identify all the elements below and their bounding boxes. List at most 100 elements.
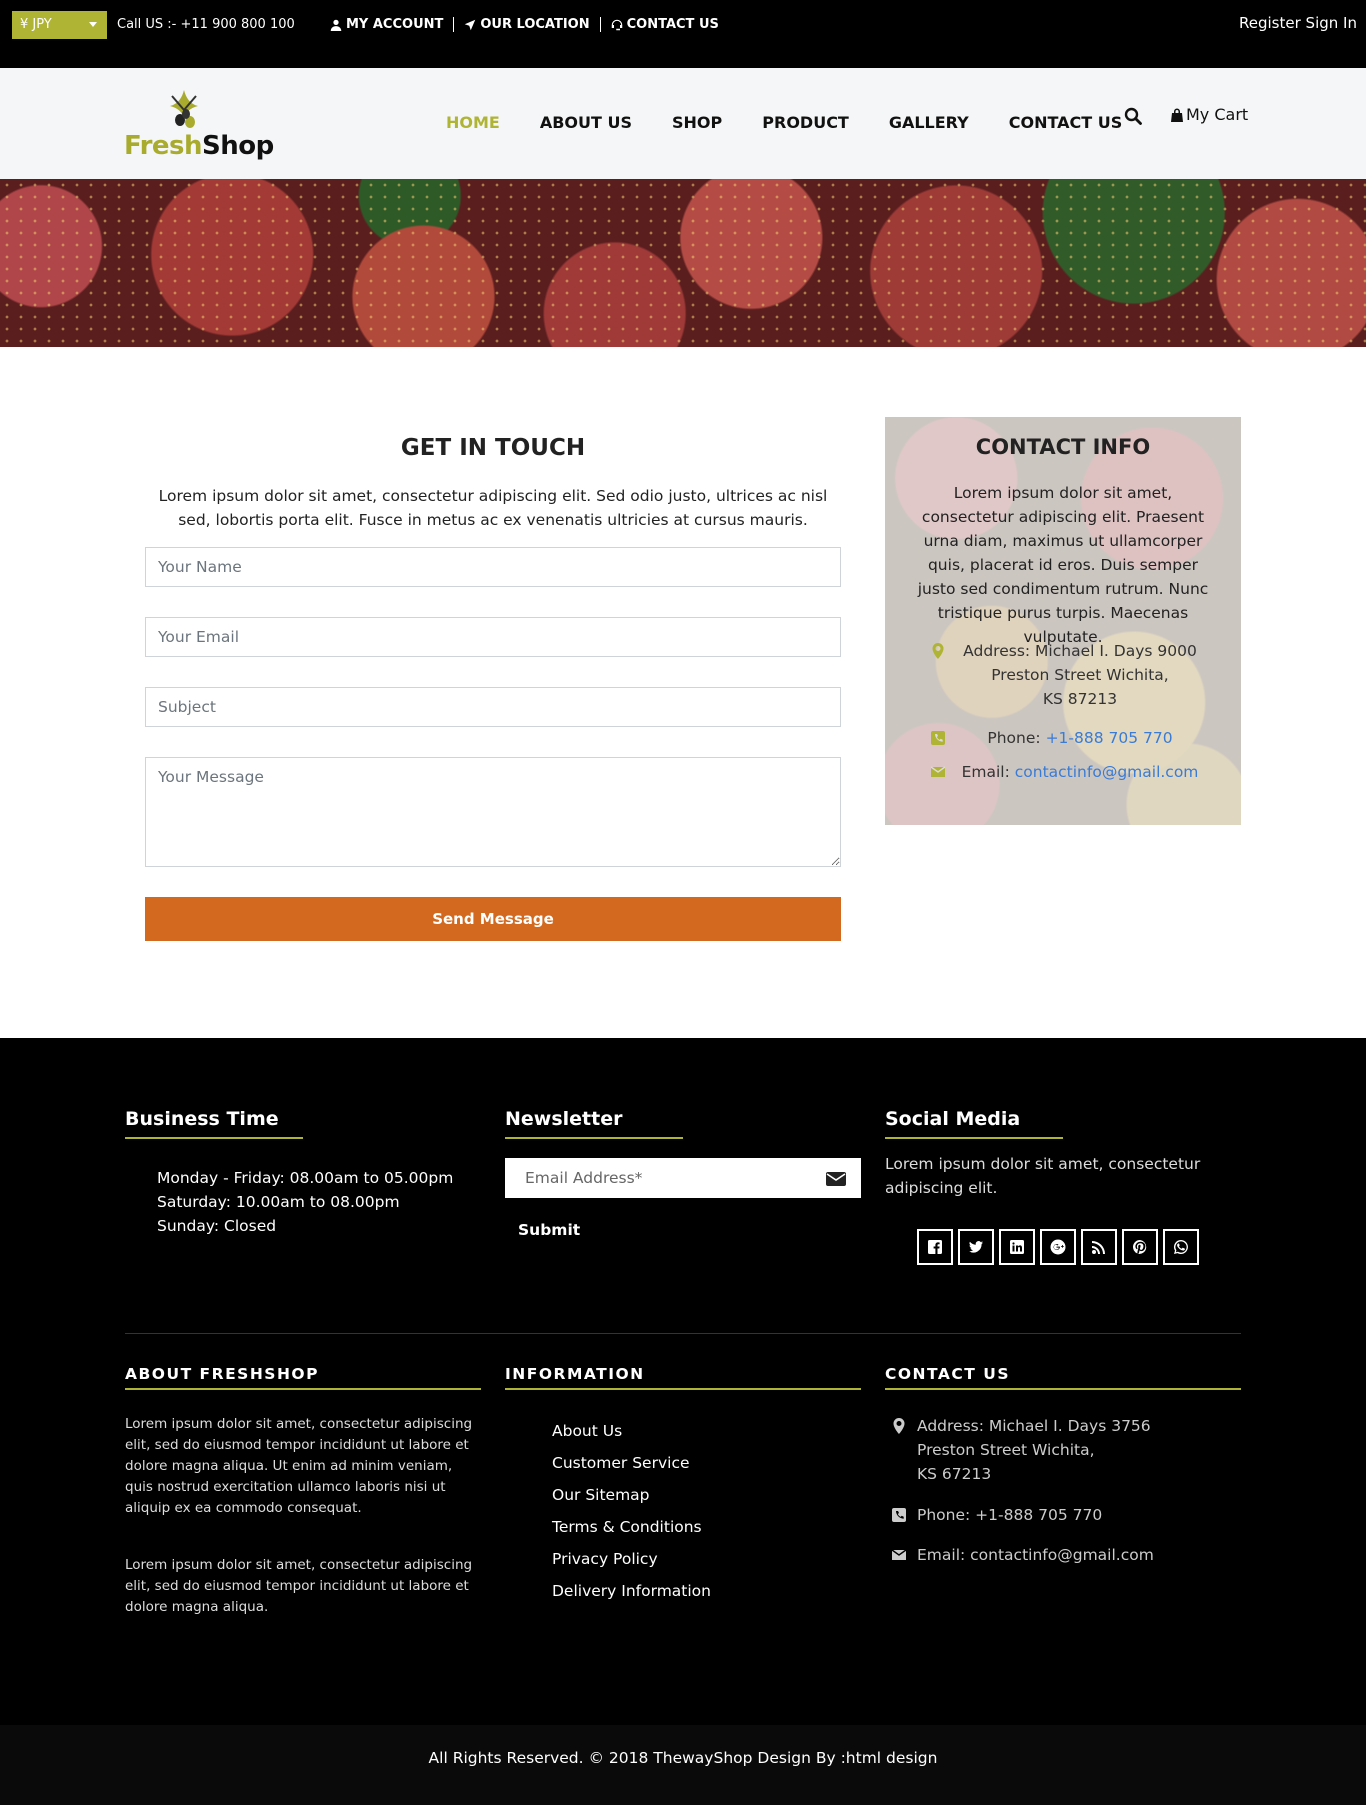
link-customer-service[interactable]: Customer Service	[552, 1447, 711, 1479]
link-our-sitemap[interactable]: Our Sitemap	[552, 1479, 711, 1511]
send-message-button[interactable]: Send Message	[145, 897, 841, 941]
nav-product[interactable]: PRODUCT	[762, 113, 849, 132]
envelope-icon	[931, 766, 945, 777]
top-bar: ¥ JPY Call US :- +11 900 800 100 MY ACCO…	[0, 0, 1366, 68]
facebook-icon	[928, 1240, 942, 1254]
footer-contact-us-title: CONTACT US	[885, 1365, 1010, 1383]
link-delivery-information[interactable]: Delivery Information	[552, 1575, 711, 1607]
logo-text: FreshShop	[124, 131, 274, 161]
footer-address-line-3: KS 67213	[917, 1465, 992, 1483]
hours-saturday: Saturday: 10.00am to 08.00pm	[157, 1193, 400, 1211]
user-icon	[330, 19, 342, 31]
phone-label: Phone:	[987, 729, 1041, 747]
phone-square-icon	[892, 1508, 906, 1522]
google-plus-link[interactable]	[1040, 1229, 1076, 1265]
email-field[interactable]	[145, 617, 841, 657]
newsletter-submit-button[interactable]: Submit	[518, 1221, 580, 1239]
about-freshshop-title: ABOUT FRESHSHOP	[125, 1365, 319, 1383]
information-underline	[505, 1388, 861, 1390]
our-location-label: OUR LOCATION	[480, 17, 590, 32]
freshshop-logo[interactable]: FreshShop	[124, 88, 274, 168]
nav-about-us[interactable]: ABOUT US	[540, 113, 632, 132]
our-location-link[interactable]: OUR LOCATION	[454, 17, 601, 32]
link-about-us[interactable]: About Us	[552, 1415, 711, 1447]
my-cart-button[interactable]: My Cart	[1170, 105, 1248, 124]
twitter-link[interactable]	[958, 1229, 994, 1265]
linkedin-link[interactable]	[999, 1229, 1035, 1265]
about-paragraph-2: Lorem ipsum dolor sit amet, consectetur …	[125, 1557, 473, 1615]
get-in-touch-text: Lorem ipsum dolor sit amet, consectetur …	[158, 487, 828, 529]
my-account-label: MY ACCOUNT	[346, 17, 444, 32]
get-in-touch-title: GET IN TOUCH	[400, 435, 586, 461]
nav-contact-us[interactable]: CONTACT US	[1009, 113, 1123, 132]
newsletter-underline	[505, 1137, 683, 1139]
rss-icon	[1092, 1241, 1105, 1254]
contact-info-title: CONTACT INFO	[975, 435, 1151, 459]
about-paragraph-1: Lorem ipsum dolor sit amet, consectetur …	[125, 1416, 473, 1516]
social-media-title: Social Media	[885, 1108, 1021, 1130]
google-plus-icon	[1050, 1239, 1066, 1255]
subject-field[interactable]	[145, 687, 841, 727]
register-sign-in-link[interactable]: Register Sign In	[1238, 11, 1358, 35]
headset-icon	[611, 19, 622, 30]
footer-contact-underline	[885, 1388, 1241, 1390]
copyright-bar: All Rights Reserved. © 2018 ThewayShop D…	[0, 1725, 1366, 1805]
whatsapp-link[interactable]	[1163, 1229, 1199, 1265]
copyright-text: All Rights Reserved. © 2018 ThewayShop D…	[428, 1749, 938, 1767]
chevron-down-icon	[89, 22, 97, 27]
newsletter-email-input[interactable]	[505, 1158, 861, 1198]
footer-phone: Phone: +1-888 705 770	[892, 1503, 1103, 1527]
phone-square-icon	[931, 731, 945, 745]
facebook-link[interactable]	[917, 1229, 953, 1265]
contact-info-phone: Phone: +1-888 705 770	[931, 726, 1225, 750]
social-media-text: Lorem ipsum dolor sit amet, consectetur …	[885, 1155, 1201, 1197]
search-icon[interactable]	[1124, 107, 1142, 125]
strawberry-banner-image	[0, 179, 1366, 347]
message-field[interactable]	[145, 757, 841, 867]
hours-weekdays: Monday - Friday: 08.00am to 05.00pm	[157, 1169, 454, 1187]
name-field[interactable]	[145, 547, 841, 587]
link-terms-conditions[interactable]: Terms & Conditions	[552, 1511, 711, 1543]
contact-info-text: Lorem ipsum dolor sit amet, consectetur …	[917, 484, 1209, 646]
email-label: Email:	[961, 763, 1010, 781]
top-links: MY ACCOUNT OUR LOCATION CONTACT US	[330, 17, 729, 32]
nav-gallery[interactable]: GALLERY	[889, 113, 969, 132]
footer-phone-text: Phone: +1-888 705 770	[917, 1506, 1103, 1524]
nav-shop[interactable]: SHOP	[672, 113, 722, 132]
about-underline	[125, 1388, 481, 1390]
footer-email-text: Email: contactinfo@gmail.com	[917, 1546, 1154, 1564]
footer-divider	[125, 1333, 1241, 1334]
phone-link[interactable]: +1-888 705 770	[1046, 729, 1173, 747]
pinterest-icon	[1132, 1240, 1147, 1255]
hours-sunday: Sunday: Closed	[157, 1217, 277, 1235]
olive-branch-icon	[170, 90, 198, 128]
my-cart-label: My Cart	[1186, 105, 1249, 124]
business-time-title: Business Time	[125, 1108, 279, 1130]
rss-link[interactable]	[1081, 1229, 1117, 1265]
contact-us-top-label: CONTACT US	[626, 17, 719, 32]
envelope-icon[interactable]	[826, 1171, 846, 1187]
footer-address-line-2: Preston Street Wichita,	[917, 1441, 1095, 1459]
logo-shop: Shop	[202, 131, 274, 161]
social-media-underline	[885, 1137, 1063, 1139]
location-arrow-icon	[465, 19, 476, 30]
email-link[interactable]: contactinfo@gmail.com	[1015, 763, 1199, 781]
nav-home[interactable]: HOME	[446, 113, 500, 132]
main-nav: HOME ABOUT US SHOP PRODUCT GALLERY CONTA…	[446, 113, 1162, 132]
information-title: INFORMATION	[505, 1365, 645, 1383]
currency-select[interactable]: ¥ JPY	[12, 11, 107, 39]
social-icons	[917, 1229, 1199, 1265]
map-marker-icon	[893, 1418, 905, 1434]
pinterest-link[interactable]	[1122, 1229, 1158, 1265]
information-links: About Us Customer Service Our Sitemap Te…	[552, 1415, 711, 1607]
address-line-1: Address: Michael I. Days 9000	[963, 642, 1197, 660]
envelope-icon	[892, 1549, 906, 1560]
link-privacy-policy[interactable]: Privacy Policy	[552, 1543, 711, 1575]
my-account-link[interactable]: MY ACCOUNT	[330, 17, 455, 32]
contact-us-top-link[interactable]: CONTACT US	[601, 17, 729, 32]
whatsapp-icon	[1174, 1240, 1188, 1254]
address-line-2: Preston Street Wichita,	[991, 666, 1169, 684]
footer-email: Email: contactinfo@gmail.com	[892, 1543, 1154, 1567]
map-marker-icon	[932, 643, 944, 659]
shopping-bag-icon	[1171, 108, 1183, 122]
